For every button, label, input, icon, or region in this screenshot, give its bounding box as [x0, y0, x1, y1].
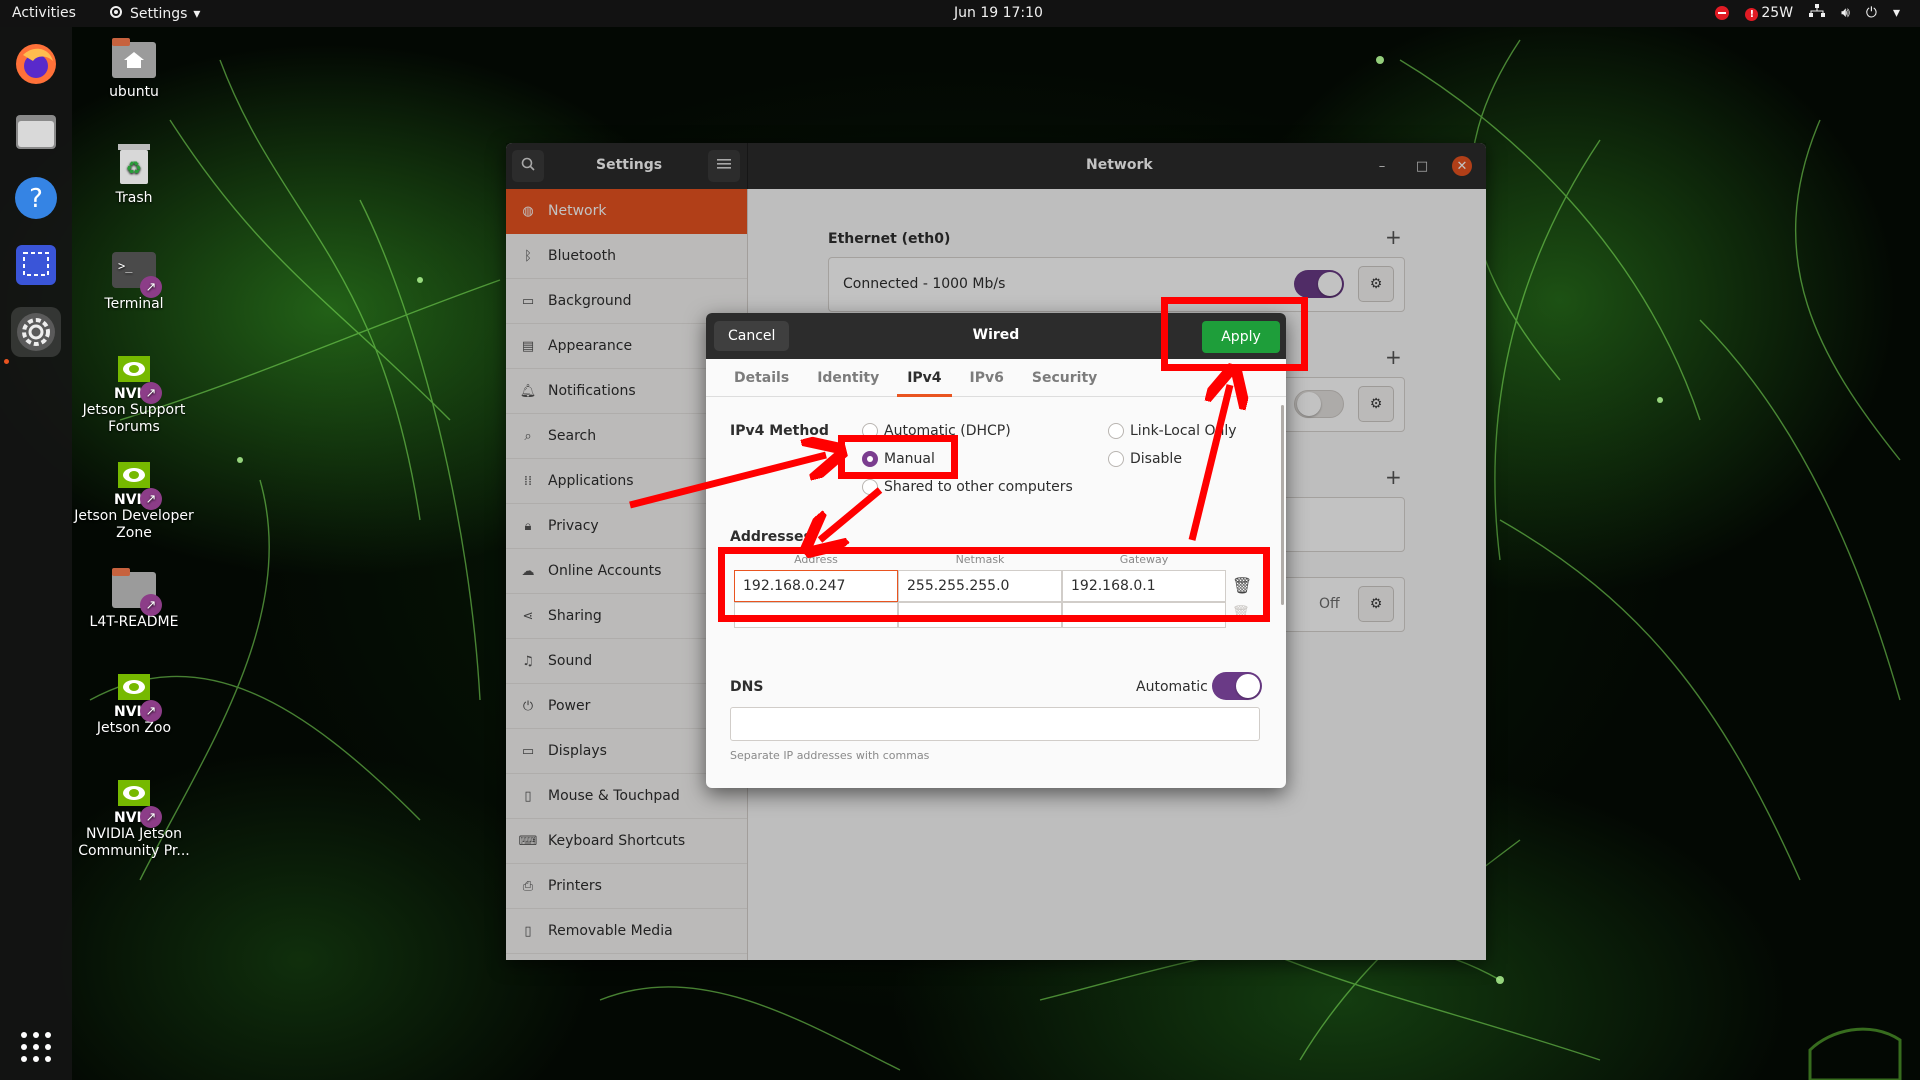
desktop-icon-nvidia-jetson-community[interactable]: NVI ↗ NVIDIA Jetson Community Pr... — [74, 776, 194, 860]
annotation-box-apply — [1161, 297, 1308, 371]
shortcut-arrow-icon: ↗ — [140, 276, 162, 298]
chevron-down-icon: ▾ — [1892, 5, 1900, 21]
desktop-icon-label: Trash — [115, 190, 153, 206]
desktop-icon-jetson-developer-zone[interactable]: NVI ↗ Jetson Developer Zone — [74, 458, 194, 542]
activities-button[interactable]: Activities — [12, 5, 76, 21]
annotation-box-manual — [838, 435, 958, 479]
system-tray[interactable]: ! 25W 🔊︎ ⏻ ▾ — [1715, 4, 1900, 22]
radio-label: Link-Local Only — [1130, 423, 1237, 439]
radio-label: Shared to other computers — [884, 479, 1073, 495]
shortcut-arrow-icon: ↗ — [140, 594, 162, 616]
tab-identity[interactable]: Identity — [803, 359, 893, 396]
desktop-icon-label: Jetson Zoo — [96, 720, 172, 736]
svg-text:>_: >_ — [118, 259, 133, 273]
radio-link-local[interactable]: Link-Local Only — [1108, 423, 1237, 439]
svg-text:NVI: NVI — [114, 810, 142, 824]
settings-icon[interactable] — [11, 307, 61, 357]
svg-text:NVI: NVI — [114, 492, 142, 506]
svg-text:♻: ♻ — [126, 158, 142, 179]
dns-input[interactable] — [730, 707, 1260, 741]
radio-label: Disable — [1130, 451, 1182, 467]
shortcut-arrow-icon: ↗ — [140, 488, 162, 510]
dialog-scrollbar[interactable] — [1281, 405, 1284, 605]
radio-disable[interactable]: Disable — [1108, 451, 1182, 467]
nvidia-icon: NVI ↗ — [110, 776, 162, 828]
app-menu[interactable]: Settings ▾ — [108, 4, 200, 24]
network-icon — [1809, 4, 1826, 22]
radio-indicator — [1108, 423, 1124, 439]
gear-icon — [108, 4, 124, 24]
desktop-icon-jetson-support-forums[interactable]: NVI ↗ Jetson Support Forums — [74, 352, 194, 436]
screenshot-icon[interactable] — [11, 240, 61, 290]
folder-icon: ↗ — [110, 564, 162, 616]
tab-security[interactable]: Security — [1018, 359, 1111, 396]
desktop-icon-jetson-zoo[interactable]: NVI ↗ Jetson Zoo — [74, 670, 194, 737]
alert-icon: ! — [1745, 8, 1759, 21]
desktop-icon-label: ubuntu — [109, 84, 159, 100]
tab-details[interactable]: Details — [720, 359, 803, 396]
tab-ipv4[interactable]: IPv4 — [893, 359, 955, 397]
files-icon[interactable] — [11, 106, 61, 156]
dns-automatic-label: Automatic — [1136, 679, 1208, 695]
running-indicator — [4, 359, 9, 364]
nvidia-icon: NVI ↗ — [110, 670, 162, 722]
ipv4-method-label: IPv4 Method — [730, 423, 829, 439]
desktop-icon-label: Jetson Developer Zone — [74, 508, 194, 541]
dns-label: DNS — [730, 679, 764, 695]
app-menu-label: Settings — [130, 6, 188, 22]
power-value: 25W — [1761, 5, 1794, 21]
power-indicator[interactable]: ! 25W — [1745, 5, 1793, 21]
radio-indicator — [862, 479, 878, 495]
nvidia-icon: NVI ↗ — [110, 352, 162, 404]
svg-text:NVI: NVI — [114, 704, 142, 718]
desktop-icon-trash[interactable]: ♻ Trash — [74, 140, 194, 207]
desktop-icon-l4t-readme[interactable]: ↗ L4T-README — [74, 564, 194, 631]
annotation-box-addresses — [718, 547, 1270, 622]
grid-icon[interactable] — [11, 1022, 61, 1072]
dock: ? — [0, 27, 72, 1080]
desktop-icon-home[interactable]: ubuntu — [74, 34, 194, 101]
firefox-icon[interactable] — [11, 39, 61, 89]
shortcut-arrow-icon: ↗ — [140, 806, 162, 828]
power-icon: ⏻ — [1865, 5, 1877, 21]
dns-hint: Separate IP addresses with commas — [730, 749, 930, 762]
desktop-icon-label: L4T-README — [89, 614, 179, 630]
radio-shared[interactable]: Shared to other computers — [862, 479, 1073, 495]
addresses-label: Addresses — [730, 529, 812, 545]
radio-indicator — [1108, 451, 1124, 467]
desktop-icon-label: NVIDIA Jetson Community Pr... — [78, 826, 190, 859]
shortcut-arrow-icon: ↗ — [140, 382, 162, 404]
svg-text:?: ? — [29, 184, 43, 214]
svg-text:NVI: NVI — [114, 386, 142, 400]
nvidia-icon: NVI ↗ — [110, 458, 162, 510]
volume-icon: 🔊︎ — [1841, 5, 1850, 21]
desktop-icon-label: Terminal — [104, 296, 164, 312]
do-not-disturb-icon — [1715, 6, 1730, 20]
desktop-icon-terminal[interactable]: >_ ↗ Terminal — [74, 246, 194, 313]
desktop-icon-label: Jetson Support Forums — [82, 402, 186, 435]
trash-icon: ♻ — [110, 140, 158, 188]
chevron-down-icon: ▾ — [193, 6, 201, 22]
help-icon[interactable]: ? — [11, 173, 61, 223]
terminal-icon: >_ ↗ — [110, 246, 162, 298]
dns-automatic-toggle[interactable] — [1212, 672, 1262, 700]
top-bar: Activities Settings ▾ Jun 19 17:10 ! 25W … — [0, 0, 1920, 27]
home-folder-icon — [110, 34, 158, 82]
clock[interactable]: Jun 19 17:10 — [954, 5, 1043, 21]
shortcut-arrow-icon: ↗ — [140, 700, 162, 722]
tab-ipv6[interactable]: IPv6 — [956, 359, 1018, 396]
